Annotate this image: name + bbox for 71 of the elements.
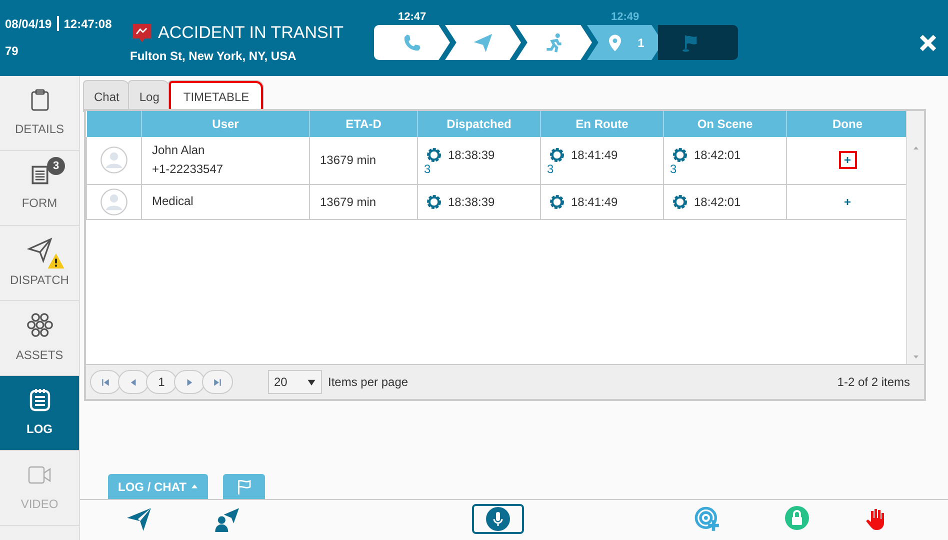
time-text: 18:41:49 xyxy=(571,194,618,210)
microphone-button[interactable] xyxy=(472,504,524,534)
avatar-icon xyxy=(100,188,128,216)
next-page-button[interactable] xyxy=(174,370,205,394)
first-page-button[interactable] xyxy=(90,370,121,394)
pager-summary: 1-2 of 2 items xyxy=(837,374,910,391)
incident-title: ACCIDENT IN TRANSIT xyxy=(158,22,344,44)
phone-icon xyxy=(402,32,422,52)
notepad-icon xyxy=(28,388,52,412)
count-badge: 3 xyxy=(47,157,65,175)
last-page-button[interactable] xyxy=(202,370,233,394)
gear-icon xyxy=(672,194,688,210)
time-text: 18:41:49 xyxy=(571,147,618,164)
sidebar-item[interactable]: DISPATCH xyxy=(0,226,79,301)
flag-icon xyxy=(235,478,254,496)
page-button[interactable]: 1 xyxy=(146,370,177,394)
last-page-icon xyxy=(213,378,222,386)
time-text: 18:38:39 xyxy=(448,147,495,164)
step-count: 1 xyxy=(638,34,644,52)
step-time: 12:49 xyxy=(611,10,640,25)
caret-icon xyxy=(307,378,316,386)
microphone-icon xyxy=(486,507,510,531)
scroll-down-icon xyxy=(912,354,920,360)
next-page-icon xyxy=(185,378,194,386)
caret-icon xyxy=(191,483,198,490)
gear-icon xyxy=(549,194,565,210)
gear-icon xyxy=(549,147,565,164)
prev-page-icon xyxy=(129,378,138,386)
gear-icon xyxy=(672,147,688,164)
target-add-button[interactable] xyxy=(694,506,720,532)
time-text: 18:42:01 xyxy=(694,194,741,210)
hexagon-cluster-icon xyxy=(26,312,52,338)
paper-plane-icon xyxy=(26,237,52,263)
bottom-tab[interactable] xyxy=(223,474,266,499)
person-send-button[interactable] xyxy=(212,506,240,532)
table-cell: Medical xyxy=(142,184,310,219)
step-time: 12:47 xyxy=(398,10,426,25)
table-cell: John Alan +1-22233547 xyxy=(142,137,310,184)
add-button[interactable]: + xyxy=(840,194,854,208)
incident-address: Fulton St, New York, NY, USA xyxy=(130,48,296,65)
lock-icon xyxy=(785,506,809,530)
page-size-dropdown[interactable]: 20 xyxy=(268,370,322,394)
first-page-icon xyxy=(101,378,110,386)
paper-plane-icon xyxy=(126,506,152,532)
incident-number: 79 xyxy=(5,43,18,60)
gear-icon xyxy=(426,194,442,210)
sidebar-item[interactable]: LOG xyxy=(0,376,79,451)
target-add-icon xyxy=(694,506,720,532)
count-link[interactable]: 3 xyxy=(670,164,778,174)
tab[interactable]: TIMETABLE xyxy=(168,80,264,112)
scroll-up-icon xyxy=(912,145,920,151)
table-cell: 13679 min xyxy=(310,137,418,184)
avatar-icon xyxy=(100,146,128,174)
send-button[interactable] xyxy=(126,506,152,532)
close-icon[interactable] xyxy=(918,33,938,53)
person-plane-icon xyxy=(212,506,240,532)
time-text: 18:38:39 xyxy=(448,194,495,210)
count-link[interactable]: 3 xyxy=(547,164,655,174)
page-size-label: Items per page xyxy=(328,374,408,391)
prev-page-button[interactable] xyxy=(118,370,149,394)
gear-icon xyxy=(426,147,442,164)
sidebar-item[interactable]: DETAILS xyxy=(0,76,79,151)
add-button[interactable]: + xyxy=(840,153,854,168)
paper-plane-icon xyxy=(472,32,494,54)
time-text: 18:42:01 xyxy=(694,147,741,164)
sidebar-item[interactable]: FORM 3 xyxy=(0,151,79,226)
time-text: 12:47:08 xyxy=(64,17,112,31)
lock-button[interactable] xyxy=(785,506,809,530)
date-text: 08/04/19 xyxy=(5,17,52,31)
count-link[interactable]: 3 xyxy=(424,164,532,174)
table-cell: 13679 min xyxy=(310,184,418,219)
